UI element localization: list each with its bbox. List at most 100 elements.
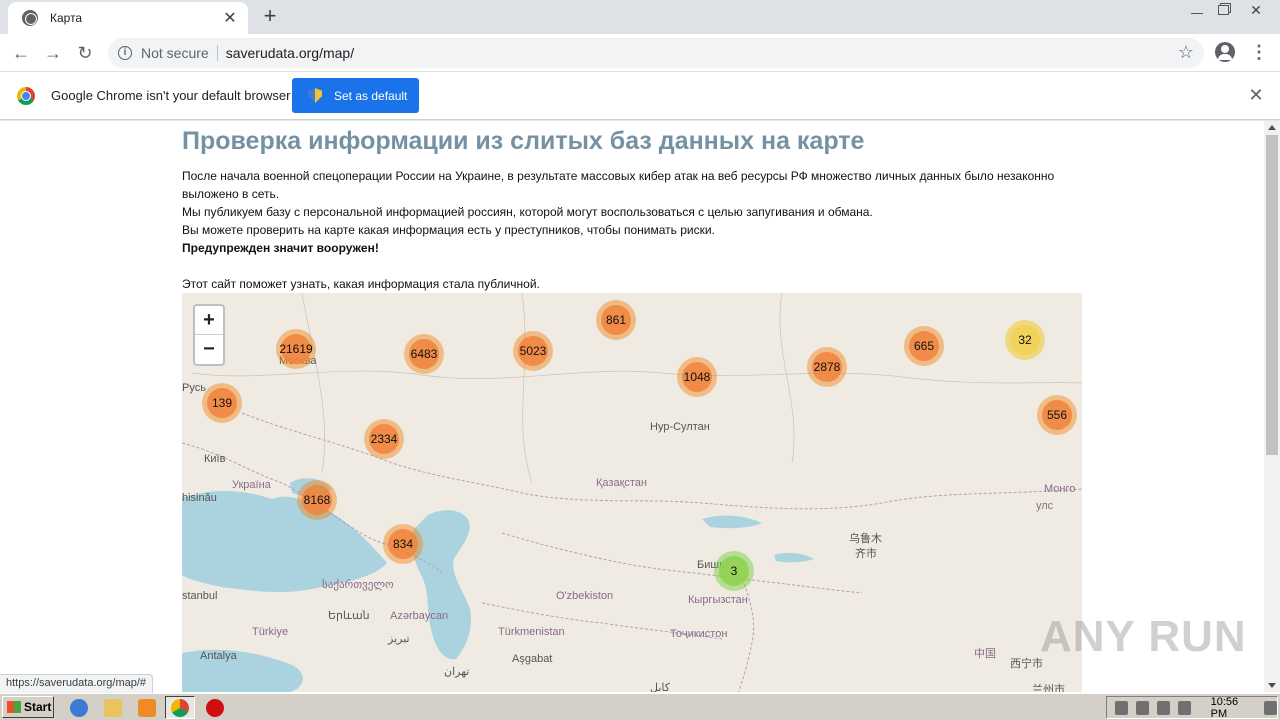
cluster-count: 6483: [409, 339, 439, 369]
cluster-marker[interactable]: 556: [1037, 395, 1077, 435]
network-icon[interactable]: [1156, 700, 1170, 715]
set-as-default-label: Set as default: [334, 88, 408, 103]
globe-icon: [22, 10, 38, 26]
tab-map[interactable]: Карта ✕: [8, 2, 248, 34]
windows-flag-icon: [7, 701, 21, 713]
black-sea: [182, 490, 387, 593]
map-label-georgia: საქართველო: [322, 579, 394, 591]
info-icon[interactable]: i: [118, 46, 132, 60]
map-label-tehran: تهران: [444, 666, 470, 678]
default-browser-infobar: Google Chrome isn't your default browser…: [0, 72, 1280, 120]
zoom-control: + −: [193, 304, 225, 366]
tray-arrow-icon[interactable]: [1115, 700, 1128, 715]
cluster-marker[interactable]: 2334: [364, 419, 404, 459]
bookmark-star-icon[interactable]: ☆: [1178, 42, 1194, 63]
zoom-out-button[interactable]: −: [195, 335, 223, 364]
map-label-mongol2: улс: [1036, 500, 1054, 512]
map-label-nursultan: Нур-Султан: [650, 421, 710, 433]
chrome-logo-icon: [17, 87, 35, 105]
scrollbar-thumb[interactable]: [1266, 135, 1278, 455]
cluster-marker[interactable]: 32: [1005, 320, 1045, 360]
cluster-marker[interactable]: 1048: [677, 357, 717, 397]
map-label-tabriz: تبریز: [388, 633, 410, 645]
start-label: Start: [24, 700, 52, 714]
infobar-close-icon[interactable]: ✕: [1246, 85, 1266, 106]
cluster-marker[interactable]: 861: [596, 300, 636, 340]
clock: 10:56 PM: [1210, 695, 1239, 720]
map-label-turkiye: Türkiye: [252, 626, 289, 638]
menu-dots-icon[interactable]: ⋮: [1250, 40, 1268, 66]
caspian-sea: [411, 510, 472, 660]
map-label-tojikiston: Тоҷикистон: [670, 628, 728, 640]
map-label-china: 中国: [974, 648, 996, 660]
minimize-button[interactable]: [1184, 0, 1210, 20]
cluster-marker[interactable]: 2878: [807, 347, 847, 387]
url-text[interactable]: saverudata.org/map/: [226, 45, 354, 61]
paragraph-line: Мы публикуем базу с персональной информа…: [182, 205, 873, 219]
profile-icon[interactable]: [1215, 42, 1235, 62]
forward-button[interactable]: →: [40, 40, 66, 66]
balkhash-lake: [702, 515, 762, 529]
security-label[interactable]: Not secure: [141, 45, 209, 61]
cluster-count: 1048: [682, 362, 712, 392]
leak-map[interactable]: + − Москва Русь Київ Україна hisinău Нур…: [182, 293, 1082, 692]
media-player-icon[interactable]: [138, 699, 156, 717]
cluster-count: 139: [207, 388, 237, 418]
show-desktop-icon[interactable]: [1264, 700, 1277, 715]
cluster-count: 5023: [518, 336, 548, 366]
map-label-kyrgyzstan: Кыргызстан: [688, 594, 748, 606]
cluster-count: 861: [601, 305, 631, 335]
browser-toolbar: ← → ↻ i Not secure saverudata.org/map/ ☆…: [0, 34, 1280, 72]
new-tab-button[interactable]: +: [258, 4, 282, 28]
map-label-azerbaycan: Azərbaycan: [390, 610, 449, 622]
set-as-default-button[interactable]: Set as default: [292, 78, 419, 113]
cluster-count: 556: [1042, 400, 1072, 430]
cluster-marker[interactable]: 665: [904, 326, 944, 366]
cluster-count: 21619: [279, 334, 313, 364]
map-label-kabul: کابل: [650, 682, 670, 692]
cluster-marker[interactable]: 5023: [513, 331, 553, 371]
cluster-count: 2878: [812, 352, 842, 382]
page-scrollbar[interactable]: [1264, 121, 1280, 692]
scroll-down-arrow-icon[interactable]: [1268, 683, 1276, 688]
map-label-yerevan: Երևան: [328, 610, 370, 622]
map-roads: [191, 293, 1082, 484]
restore-button[interactable]: [1210, 0, 1236, 20]
page-title: Проверка информации из слитых баз данных…: [182, 127, 865, 155]
scroll-up-arrow-icon[interactable]: [1268, 125, 1276, 130]
cluster-marker[interactable]: 21619: [276, 329, 316, 369]
cluster-marker[interactable]: 8168: [297, 480, 337, 520]
map-label-istanbul: stanbul: [182, 590, 218, 602]
shield-icon: [308, 88, 322, 103]
flag-icon[interactable]: [1177, 700, 1191, 715]
window-close-button[interactable]: ✕: [1236, 0, 1276, 20]
tab-close-icon[interactable]: ✕: [222, 8, 238, 28]
cluster-marker[interactable]: 139: [202, 383, 242, 423]
paragraph-line: Вы можете проверить на карте какая инфор…: [182, 223, 715, 237]
map-label-rus: Русь: [182, 382, 206, 394]
cluster-count: 8168: [302, 485, 332, 515]
cluster-marker[interactable]: 834: [383, 524, 423, 564]
back-button[interactable]: ←: [8, 40, 34, 66]
chrome-taskbar-button[interactable]: [165, 696, 195, 719]
map-label-ozbekiston: O'zbekiston: [556, 590, 614, 602]
zoom-in-button[interactable]: +: [195, 306, 223, 335]
map-label-urumqi: 乌鲁木: [849, 533, 882, 545]
taskbar: Start 10:56 PM: [0, 693, 1280, 720]
map-label-chisinau: hisinău: [182, 492, 217, 504]
map-label-ukraina: Україна: [232, 479, 271, 491]
folder-icon[interactable]: [104, 699, 122, 717]
internet-explorer-icon[interactable]: [70, 699, 88, 717]
start-button[interactable]: Start: [2, 696, 54, 718]
volume-icon[interactable]: [1135, 700, 1149, 715]
cluster-count: 32: [1010, 325, 1040, 355]
cluster-marker[interactable]: 3: [714, 551, 754, 591]
address-bar[interactable]: i Not secure saverudata.org/map/ ☆: [108, 38, 1204, 68]
minimize-icon: [1191, 6, 1203, 14]
stop-icon[interactable]: [206, 699, 224, 717]
cluster-marker[interactable]: 6483: [404, 334, 444, 374]
map-label-lanzhou: 兰州市: [1032, 684, 1065, 692]
cluster-count: 2334: [369, 424, 399, 454]
reload-button[interactable]: ↻: [72, 40, 98, 66]
watermark-logo: ANY RUN: [1040, 612, 1247, 661]
